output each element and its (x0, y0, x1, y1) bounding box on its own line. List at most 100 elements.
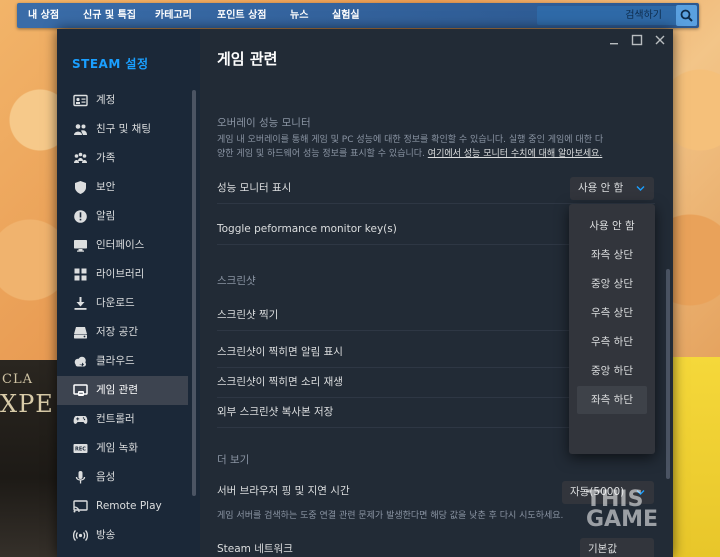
store-nav-bar: 내 상점 신규 및 특집 카테고리 포인트 상점 뉴스 실험실 검색하기 (17, 3, 699, 28)
sidebar-item-label: 게임 관련 (96, 384, 138, 396)
watermark-text: THIS GAME (586, 487, 659, 532)
sidebar-item-label: 게임 녹화 (96, 442, 138, 454)
store-search-placeholder: 검색하기 (625, 10, 662, 21)
steam-network-selected: 기본값 (588, 543, 617, 555)
store-nav-item-news[interactable]: 뉴스 (290, 3, 308, 28)
gamepad-icon (73, 416, 88, 424)
section-title-overlay-monitor: 오버레이 성능 모니터 (217, 117, 311, 129)
overlay-description-line-1: 게임 내 오버레이를 통해 게임 및 PC 성능에 대한 정보를 확인할 수 있… (217, 135, 604, 145)
dropdown-option-bottom-right[interactable]: 우측 하단 (577, 328, 647, 356)
sidebar-item-label: 알림 (96, 210, 116, 222)
performance-monitor-dropdown[interactable]: 사용 안 함 (570, 177, 654, 200)
steam-settings-window: STEAM 설정 계정 친구 및 채팅 가족 보안 알림 인터페이스 라이브러리 (57, 29, 673, 557)
sidebar-item-label: 저장 공간 (96, 326, 138, 338)
performance-monitor-help-link[interactable]: 여기에서 성능 모니터 수치에 대해 알아보세요. (428, 149, 603, 159)
steam-network-dropdown[interactable]: 기본값 (580, 538, 654, 557)
background-game-capsule-right (673, 357, 720, 557)
family-icon (74, 152, 87, 163)
dropdown-option-top-right[interactable]: 우측 상단 (577, 299, 647, 327)
section-title-more: 더 보기 (217, 454, 250, 466)
minimize-icon[interactable] (607, 33, 621, 47)
search-icon (680, 9, 693, 22)
sidebar-item-label: 친구 및 채팅 (96, 123, 151, 135)
sidebar-item-controller[interactable]: 컨트롤러 (57, 405, 188, 434)
store-nav-item-new-featured[interactable]: 신규 및 특집 (83, 3, 136, 28)
sidebar-item-label: Remote Play (96, 500, 162, 512)
performance-monitor-selected: 사용 안 함 (578, 182, 624, 194)
performance-monitor-dropdown-menu: 사용 안 함 좌측 상단 중앙 상단 우측 상단 우측 하단 중앙 하단 좌측 … (569, 204, 655, 454)
sidebar-item-downloads[interactable]: 다운로드 (57, 289, 188, 318)
grid-icon (74, 268, 87, 281)
sidebar-item-label: 다운로드 (96, 297, 135, 309)
sidebar-item-cloud[interactable]: 클라우드 (57, 347, 188, 376)
background-capsule-text-large: XPE (0, 390, 54, 418)
page-title: 게임 관련 (217, 50, 278, 68)
sidebar-item-label: 인터페이스 (96, 239, 145, 251)
storage-icon (74, 327, 87, 339)
sidebar-item-interface[interactable]: 인터페이스 (57, 231, 188, 260)
sidebar-item-remote-play[interactable]: Remote Play (57, 492, 188, 521)
screenshot-notify-label: 스크린샷이 찍히면 알림 표시 (217, 346, 343, 358)
svg-text:REC: REC (75, 447, 86, 453)
sidebar-item-family[interactable]: 가족 (57, 144, 188, 173)
dropdown-option-bottom-center[interactable]: 중앙 하단 (577, 357, 647, 385)
sidebar-item-notifications[interactable]: 알림 (57, 202, 188, 231)
sidebar-item-account[interactable]: 계정 (57, 86, 188, 115)
settings-brand-title: STEAM 설정 (72, 57, 149, 71)
sidebar-item-label: 라이브러리 (96, 268, 145, 280)
account-card-icon (73, 94, 88, 107)
sidebar-item-voice[interactable]: 음성 (57, 463, 188, 492)
sidebar-item-friends-chat[interactable]: 친구 및 채팅 (57, 115, 188, 144)
sidebar-item-label: 컨트롤러 (96, 413, 135, 425)
store-nav-item-categories[interactable]: 카테고리 (155, 3, 192, 28)
dropdown-option-top-center[interactable]: 중앙 상단 (577, 270, 647, 298)
section-title-screenshots: 스크린샷 (217, 275, 256, 287)
store-search-button[interactable] (676, 5, 697, 26)
sidebar-item-broadcasting[interactable]: 방송 (57, 521, 188, 550)
background-capsule-text-small: CLA (2, 372, 33, 387)
close-icon[interactable] (653, 33, 667, 47)
friends-icon (74, 124, 87, 135)
store-search-input[interactable] (537, 6, 693, 25)
screenshot-hotkey-label: 스크린샷 찍기 (217, 309, 279, 321)
sidebar-item-label: 음성 (96, 471, 116, 483)
performance-monitor-label: 성능 모니터 표시 (217, 182, 292, 194)
sidebar-scrollbar[interactable] (192, 90, 196, 496)
remote-play-icon (73, 500, 88, 513)
monitor-icon (74, 240, 87, 252)
shield-icon (75, 181, 86, 194)
main-scrollbar[interactable] (666, 269, 670, 479)
toggle-monitor-key-label: Toggle peformance monitor key(s) (217, 223, 397, 235)
rec-icon: REC (73, 444, 88, 453)
sidebar-item-library[interactable]: 라이브러리 (57, 260, 188, 289)
sidebar-item-label: 방송 (96, 529, 116, 541)
screenshot-sound-label: 스크린샷이 찍히면 소리 재생 (217, 376, 343, 388)
overlay-description-line-2: 양한 게임 및 하드웨어 성능 정보를 표시할 수 있습니다. 여기에서 성능 … (217, 148, 647, 162)
sidebar-item-game-recording[interactable]: REC 게임 녹화 (57, 434, 188, 463)
broadcast-icon (73, 530, 88, 541)
download-icon (74, 297, 87, 310)
game-monitor-icon (73, 384, 88, 396)
overlay-description: 게임 내 오버레이를 통해 게임 및 PC 성능에 대한 정보를 확인할 수 있… (217, 134, 647, 161)
store-nav-item-labs[interactable]: 실험실 (332, 3, 360, 28)
sidebar-item-security[interactable]: 보안 (57, 173, 188, 202)
store-nav-item-my-store[interactable]: 내 상점 (28, 3, 59, 28)
chevron-down-icon (636, 186, 645, 191)
maximize-icon[interactable] (630, 33, 644, 47)
dropdown-option-disabled[interactable]: 사용 안 함 (577, 212, 647, 240)
settings-sidebar: STEAM 설정 계정 친구 및 채팅 가족 보안 알림 인터페이스 라이브러리 (57, 29, 200, 557)
store-nav-item-points-shop[interactable]: 포인트 상점 (217, 3, 266, 28)
dropdown-option-bottom-left[interactable]: 좌측 하단 (577, 386, 647, 414)
sidebar-item-in-game[interactable]: 게임 관련 (57, 376, 188, 405)
microphone-icon (75, 471, 86, 484)
sidebar-item-label: 가족 (96, 152, 116, 164)
sidebar-item-storage[interactable]: 저장 공간 (57, 318, 188, 347)
steam-network-label: Steam 네트워크 (217, 543, 293, 555)
dropdown-option-top-left[interactable]: 좌측 상단 (577, 241, 647, 269)
alert-icon (74, 210, 87, 223)
screenshot-external-copy-label: 외부 스크린샷 복사본 저장 (217, 406, 334, 418)
cloud-icon (74, 356, 86, 367)
watermark-logo: THIS GAME (586, 487, 659, 532)
sidebar-item-label: 보안 (96, 181, 116, 193)
sidebar-item-label: 클라우드 (96, 355, 135, 367)
